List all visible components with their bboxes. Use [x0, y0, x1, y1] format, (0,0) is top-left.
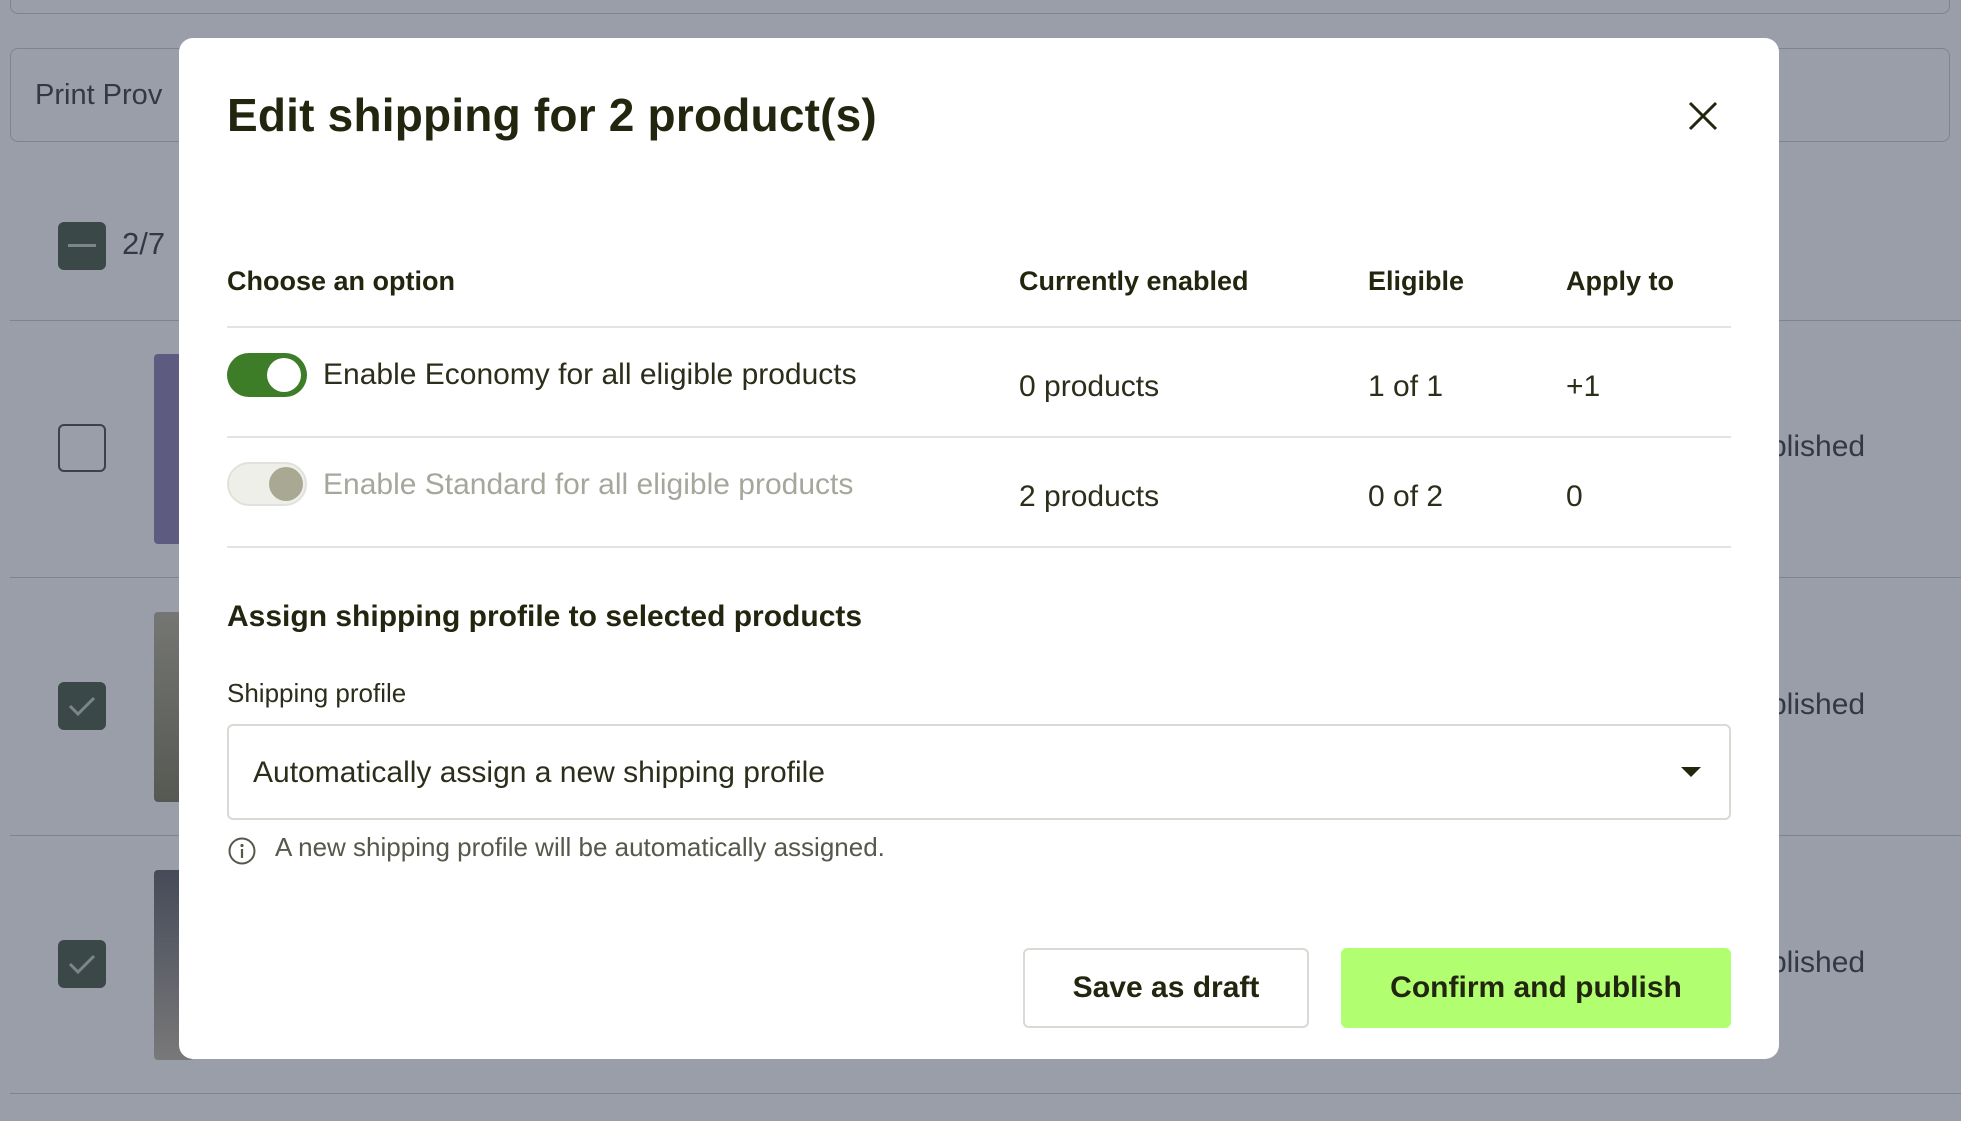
column-header-option: Choose an option [227, 266, 455, 296]
table-divider [227, 436, 1731, 438]
standard-eligible: 0 of 2 [1368, 480, 1444, 513]
chevron-down-icon [1681, 767, 1701, 777]
economy-eligible: 1 of 1 [1368, 370, 1444, 403]
confirm-and-publish-button[interactable]: Confirm and publish [1341, 948, 1731, 1028]
assign-section-title: Assign shipping profile to selected prod… [227, 600, 863, 633]
edit-shipping-modal: Edit shipping for 2 product(s) Choose an… [179, 38, 1779, 1059]
modal-title: Edit shipping for 2 product(s) [227, 89, 877, 141]
standard-option-label: Enable Standard for all eligible product… [323, 468, 854, 501]
info-icon [228, 837, 256, 865]
close-icon [1688, 101, 1718, 131]
table-divider [227, 546, 1731, 548]
close-button[interactable] [1679, 92, 1727, 140]
shipping-profile-hint: A new shipping profile will be automatic… [275, 832, 885, 862]
column-header-apply-to: Apply to [1566, 266, 1674, 296]
toggle-knob [267, 358, 301, 392]
economy-toggle[interactable] [227, 353, 307, 397]
save-as-draft-button[interactable]: Save as draft [1023, 948, 1309, 1028]
shipping-profile-selected-value: Automatically assign a new shipping prof… [253, 756, 825, 789]
column-header-currently-enabled: Currently enabled [1019, 266, 1249, 296]
table-divider [227, 326, 1731, 328]
shipping-profile-select[interactable]: Automatically assign a new shipping prof… [227, 724, 1731, 820]
standard-apply-to: 0 [1566, 480, 1583, 513]
economy-option-label: Enable Economy for all eligible products [323, 358, 857, 391]
economy-currently-enabled: 0 products [1019, 370, 1160, 403]
economy-apply-to: +1 [1566, 370, 1601, 403]
standard-currently-enabled: 2 products [1019, 480, 1160, 513]
shipping-profile-label: Shipping profile [227, 678, 407, 708]
standard-toggle[interactable] [227, 462, 307, 506]
column-header-eligible: Eligible [1368, 266, 1465, 296]
toggle-knob [269, 467, 303, 501]
